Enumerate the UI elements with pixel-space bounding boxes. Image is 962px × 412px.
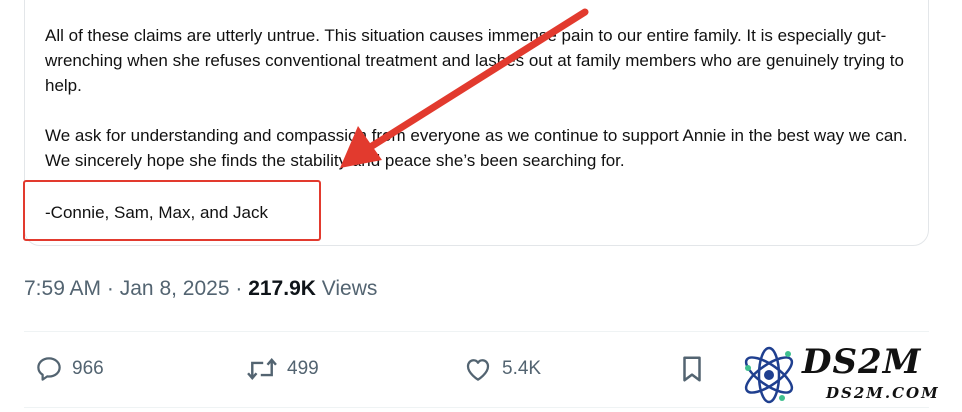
divider (24, 331, 929, 332)
bookmark-icon (678, 354, 706, 384)
views-label: Views (321, 277, 378, 300)
reply-button[interactable]: 966 (34, 352, 104, 386)
atom-logo-icon (744, 346, 794, 404)
post-time[interactable]: 7:59 AM (24, 277, 101, 300)
bookmark-button[interactable] (678, 352, 706, 386)
like-count: 5.4K (502, 358, 542, 379)
post-date[interactable]: Jan 8, 2025 (120, 277, 230, 300)
repost-icon (245, 354, 279, 384)
watermark-title: DS2M (802, 342, 922, 382)
post-detail: All of these claims are utterly untrue. … (0, 0, 962, 412)
meta-separator: · (106, 277, 114, 300)
watermark-subtitle: DS2M.COM (826, 384, 940, 402)
views-count: 217.9K (248, 277, 316, 300)
watermark: DS2M DS2M.COM (738, 340, 958, 410)
reply-count: 966 (72, 358, 104, 379)
post-meta: 7:59 AM · Jan 8, 2025 · 217.9K Views (24, 275, 377, 303)
statement-paragraph-2: We ask for understanding and compassion … (45, 126, 908, 170)
like-button[interactable]: 5.4K (462, 352, 541, 386)
statement-paragraph-1: All of these claims are utterly untrue. … (45, 26, 904, 95)
repost-button[interactable]: 499 (245, 352, 319, 386)
reply-icon (34, 354, 64, 384)
signature-highlight-box (23, 180, 321, 241)
meta-separator: · (235, 277, 243, 300)
heart-icon (462, 354, 494, 384)
repost-count: 499 (287, 358, 319, 379)
